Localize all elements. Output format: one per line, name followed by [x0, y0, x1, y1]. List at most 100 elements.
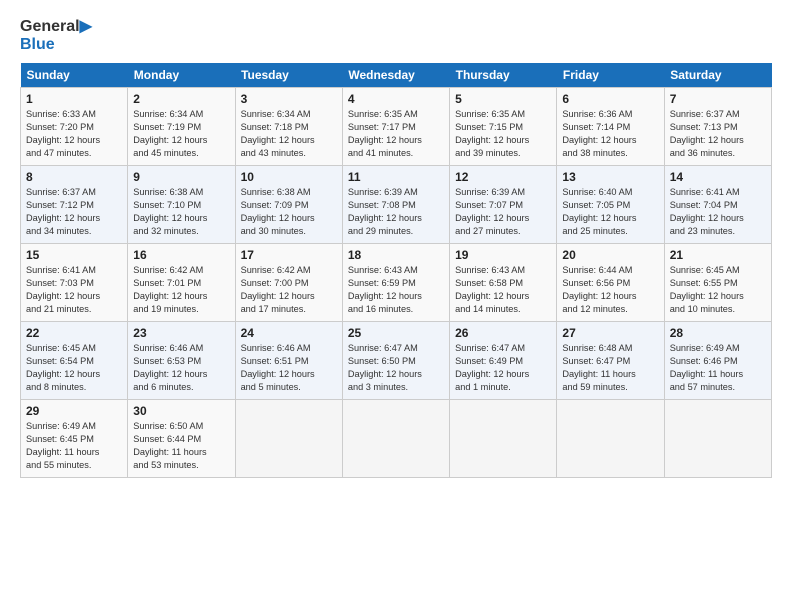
- day-cell: 7Sunrise: 6:37 AMSunset: 7:13 PMDaylight…: [664, 88, 771, 166]
- day-number: 25: [348, 326, 444, 340]
- day-cell: 25 Sunrise: 6:47 AMSunset: 6:50 PMDayligh…: [342, 322, 449, 400]
- day-cell: [450, 400, 557, 478]
- day-cell: 12 Sunrise: 6:39 AMSunset: 7:07 PMDayligh…: [450, 166, 557, 244]
- day-number: 11: [348, 170, 444, 184]
- day-cell: 14 Sunrise: 6:41 AMSunset: 7:04 PMDayligh…: [664, 166, 771, 244]
- day-detail: Sunrise: 6:35 AMSunset: 7:17 PMDaylight:…: [348, 108, 444, 160]
- day-cell: 24 Sunrise: 6:46 AMSunset: 6:51 PMDayligh…: [235, 322, 342, 400]
- day-number: 4: [348, 92, 444, 106]
- day-cell: [235, 400, 342, 478]
- day-number: 28: [670, 326, 766, 340]
- day-number: 24: [241, 326, 337, 340]
- day-detail: Sunrise: 6:43 AMSunset: 6:59 PMDaylight:…: [348, 264, 444, 316]
- day-detail: Sunrise: 6:35 AMSunset: 7:15 PMDaylight:…: [455, 108, 551, 160]
- day-cell: 22 Sunrise: 6:45 AMSunset: 6:54 PMDayligh…: [21, 322, 128, 400]
- page-header: General▶ Blue: [20, 18, 772, 53]
- day-cell: 5 Sunrise: 6:35 AMSunset: 7:15 PMDaylight…: [450, 88, 557, 166]
- day-cell: 28Sunrise: 6:49 AMSunset: 6:46 PMDayligh…: [664, 322, 771, 400]
- day-cell: 23Sunrise: 6:46 AMSunset: 6:53 PMDayligh…: [128, 322, 235, 400]
- day-cell: 30Sunrise: 6:50 AMSunset: 6:44 PMDayligh…: [128, 400, 235, 478]
- week-row-4: 22 Sunrise: 6:45 AMSunset: 6:54 PMDayligh…: [21, 322, 772, 400]
- col-tuesday: Tuesday: [235, 63, 342, 88]
- day-cell: [664, 400, 771, 478]
- day-detail: Sunrise: 6:36 AMSunset: 7:14 PMDaylight:…: [562, 108, 658, 160]
- day-cell: 29 Sunrise: 6:49 AMSunset: 6:45 PMDayligh…: [21, 400, 128, 478]
- day-cell: 16 Sunrise: 6:42 AMSunset: 7:01 PMDayligh…: [128, 244, 235, 322]
- col-wednesday: Wednesday: [342, 63, 449, 88]
- day-detail: Sunrise: 6:43 AMSunset: 6:58 PMDaylight:…: [455, 264, 551, 316]
- day-cell: 9Sunrise: 6:38 AMSunset: 7:10 PMDaylight…: [128, 166, 235, 244]
- logo-text: General▶ Blue: [20, 18, 92, 53]
- day-detail: Sunrise: 6:48 AMSunset: 6:47 PMDaylight:…: [562, 342, 658, 394]
- day-number: 6: [562, 92, 658, 106]
- day-detail: Sunrise: 6:45 AMSunset: 6:54 PMDaylight:…: [26, 342, 122, 394]
- day-number: 27: [562, 326, 658, 340]
- logo: General▶ Blue: [20, 18, 92, 53]
- day-cell: 19 Sunrise: 6:43 AMSunset: 6:58 PMDayligh…: [450, 244, 557, 322]
- col-friday: Friday: [557, 63, 664, 88]
- day-number: 21: [670, 248, 766, 262]
- day-cell: 6 Sunrise: 6:36 AMSunset: 7:14 PMDaylight…: [557, 88, 664, 166]
- day-number: 7: [670, 92, 766, 106]
- day-detail: Sunrise: 6:37 AMSunset: 7:12 PMDaylight:…: [26, 186, 122, 238]
- col-saturday: Saturday: [664, 63, 771, 88]
- day-number: 16: [133, 248, 229, 262]
- day-cell: 4 Sunrise: 6:35 AMSunset: 7:17 PMDaylight…: [342, 88, 449, 166]
- col-sunday: Sunday: [21, 63, 128, 88]
- day-detail: Sunrise: 6:34 AMSunset: 7:18 PMDaylight:…: [241, 108, 337, 160]
- day-cell: 10 Sunrise: 6:38 AMSunset: 7:09 PMDayligh…: [235, 166, 342, 244]
- day-number: 17: [241, 248, 337, 262]
- day-number: 5: [455, 92, 551, 106]
- day-detail: Sunrise: 6:41 AMSunset: 7:04 PMDaylight:…: [670, 186, 766, 238]
- day-detail: Sunrise: 6:49 AMSunset: 6:45 PMDaylight:…: [26, 420, 122, 472]
- day-number: 8: [26, 170, 122, 184]
- day-detail: Sunrise: 6:42 AMSunset: 7:01 PMDaylight:…: [133, 264, 229, 316]
- day-detail: Sunrise: 6:45 AMSunset: 6:55 PMDaylight:…: [670, 264, 766, 316]
- day-cell: [557, 400, 664, 478]
- day-number: 14: [670, 170, 766, 184]
- day-detail: Sunrise: 6:42 AMSunset: 7:00 PMDaylight:…: [241, 264, 337, 316]
- day-detail: Sunrise: 6:46 AMSunset: 6:53 PMDaylight:…: [133, 342, 229, 394]
- day-cell: 15 Sunrise: 6:41 AMSunset: 7:03 PMDayligh…: [21, 244, 128, 322]
- day-cell: 17 Sunrise: 6:42 AMSunset: 7:00 PMDayligh…: [235, 244, 342, 322]
- week-row-3: 15 Sunrise: 6:41 AMSunset: 7:03 PMDayligh…: [21, 244, 772, 322]
- day-number: 12: [455, 170, 551, 184]
- day-detail: Sunrise: 6:39 AMSunset: 7:08 PMDaylight:…: [348, 186, 444, 238]
- day-number: 13: [562, 170, 658, 184]
- day-cell: 11 Sunrise: 6:39 AMSunset: 7:08 PMDayligh…: [342, 166, 449, 244]
- day-cell: 20 Sunrise: 6:44 AMSunset: 6:56 PMDayligh…: [557, 244, 664, 322]
- col-thursday: Thursday: [450, 63, 557, 88]
- day-detail: Sunrise: 6:47 AMSunset: 6:49 PMDaylight:…: [455, 342, 551, 394]
- day-number: 10: [241, 170, 337, 184]
- day-number: 20: [562, 248, 658, 262]
- day-number: 3: [241, 92, 337, 106]
- day-detail: Sunrise: 6:38 AMSunset: 7:10 PMDaylight:…: [133, 186, 229, 238]
- day-detail: Sunrise: 6:39 AMSunset: 7:07 PMDaylight:…: [455, 186, 551, 238]
- day-number: 2: [133, 92, 229, 106]
- day-detail: Sunrise: 6:34 AMSunset: 7:19 PMDaylight:…: [133, 108, 229, 160]
- day-number: 18: [348, 248, 444, 262]
- day-detail: Sunrise: 6:41 AMSunset: 7:03 PMDaylight:…: [26, 264, 122, 316]
- day-detail: Sunrise: 6:38 AMSunset: 7:09 PMDaylight:…: [241, 186, 337, 238]
- day-number: 22: [26, 326, 122, 340]
- week-row-2: 8 Sunrise: 6:37 AMSunset: 7:12 PMDaylight…: [21, 166, 772, 244]
- day-cell: 27 Sunrise: 6:48 AMSunset: 6:47 PMDayligh…: [557, 322, 664, 400]
- day-detail: Sunrise: 6:47 AMSunset: 6:50 PMDaylight:…: [348, 342, 444, 394]
- day-cell: 21 Sunrise: 6:45 AMSunset: 6:55 PMDayligh…: [664, 244, 771, 322]
- day-number: 29: [26, 404, 122, 418]
- day-cell: 2 Sunrise: 6:34 AMSunset: 7:19 PMDaylight…: [128, 88, 235, 166]
- day-number: 19: [455, 248, 551, 262]
- day-cell: 8 Sunrise: 6:37 AMSunset: 7:12 PMDaylight…: [21, 166, 128, 244]
- day-detail: Sunrise: 6:44 AMSunset: 6:56 PMDaylight:…: [562, 264, 658, 316]
- day-cell: 1 Sunrise: 6:33 AMSunset: 7:20 PMDaylight…: [21, 88, 128, 166]
- day-number: 15: [26, 248, 122, 262]
- col-monday: Monday: [128, 63, 235, 88]
- day-detail: Sunrise: 6:33 AMSunset: 7:20 PMDaylight:…: [26, 108, 122, 160]
- day-cell: 13Sunrise: 6:40 AMSunset: 7:05 PMDayligh…: [557, 166, 664, 244]
- week-row-5: 29 Sunrise: 6:49 AMSunset: 6:45 PMDayligh…: [21, 400, 772, 478]
- day-detail: Sunrise: 6:46 AMSunset: 6:51 PMDaylight:…: [241, 342, 337, 394]
- week-row-1: 1 Sunrise: 6:33 AMSunset: 7:20 PMDaylight…: [21, 88, 772, 166]
- day-cell: [342, 400, 449, 478]
- day-number: 1: [26, 92, 122, 106]
- calendar-table: Sunday Monday Tuesday Wednesday Thursday…: [20, 63, 772, 478]
